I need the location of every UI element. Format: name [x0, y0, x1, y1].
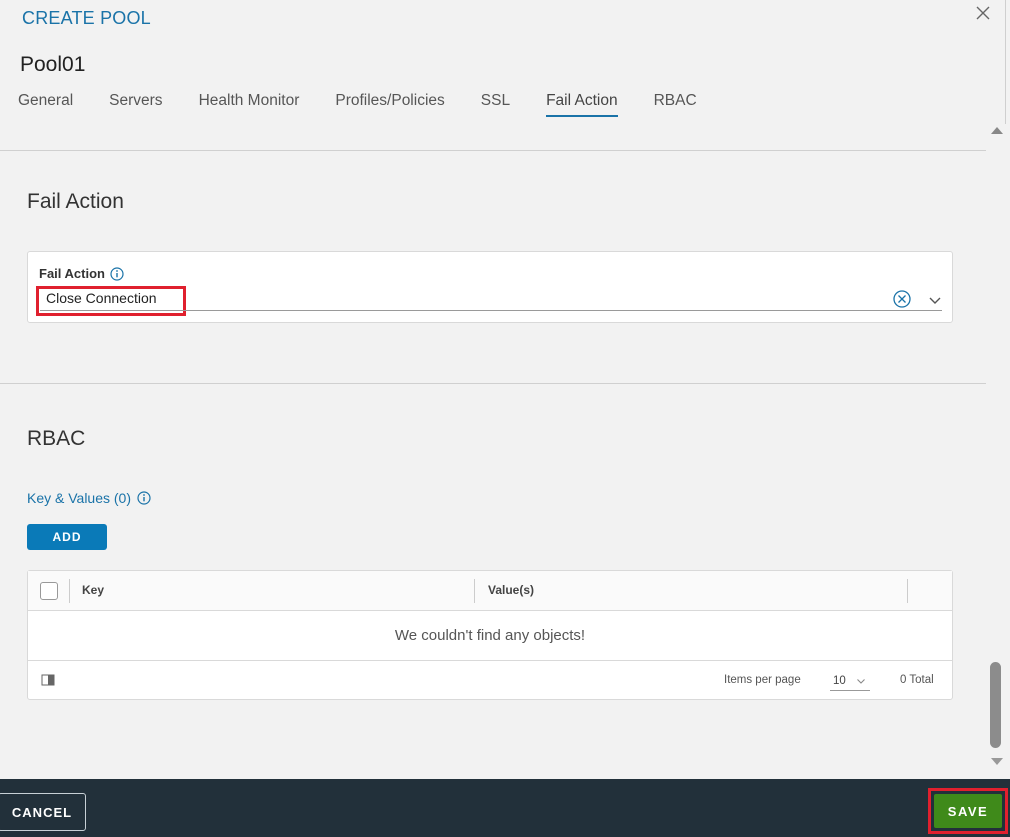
- fail-action-field-label: Fail Action: [39, 266, 124, 281]
- grid-header: Key Value(s): [28, 571, 952, 611]
- rbac-grid: Key Value(s) We couldn't find any object…: [27, 570, 953, 700]
- info-icon[interactable]: [137, 491, 151, 505]
- close-icon: [976, 6, 990, 20]
- pool-name: Pool01: [20, 53, 86, 76]
- modal-header: CREATE POOL Pool01 General Servers Healt…: [0, 0, 1010, 124]
- total-count: 0 Total: [900, 674, 934, 686]
- fail-action-label-text: Fail Action: [39, 266, 105, 281]
- tab-bar: General Servers Health Monitor Profiles/…: [18, 92, 733, 117]
- tab-health-monitor[interactable]: Health Monitor: [199, 92, 300, 117]
- items-per-page-value: 10: [833, 674, 846, 687]
- section-divider: [0, 150, 986, 151]
- add-button[interactable]: ADD: [27, 524, 107, 550]
- tab-ssl[interactable]: SSL: [481, 92, 510, 117]
- modal-footer: CANCEL SAVE: [0, 779, 1010, 837]
- cancel-button[interactable]: CANCEL: [0, 793, 86, 831]
- tab-servers[interactable]: Servers: [109, 92, 162, 117]
- column-separator[interactable]: [907, 579, 908, 603]
- tab-rbac[interactable]: RBAC: [654, 92, 697, 117]
- fail-action-underline: [40, 310, 942, 311]
- scroll-thumb[interactable]: [990, 662, 1001, 748]
- scroll-up-arrow[interactable]: [991, 127, 1003, 134]
- clear-circle-icon: [893, 290, 911, 308]
- save-button[interactable]: SAVE: [934, 794, 1002, 828]
- info-icon[interactable]: [110, 266, 124, 281]
- tab-profiles-policies[interactable]: Profiles/Policies: [335, 92, 444, 117]
- column-toggle-icon: [41, 674, 55, 686]
- chevron-down-icon: [929, 297, 941, 304]
- header-edge: [1005, 0, 1006, 124]
- column-toggle-button[interactable]: [41, 673, 55, 686]
- fail-action-section-title: Fail Action: [27, 190, 124, 213]
- column-header-key[interactable]: Key: [82, 583, 104, 597]
- tab-fail-action[interactable]: Fail Action: [546, 92, 618, 117]
- rbac-section-title: RBAC: [27, 427, 86, 450]
- modal-body: Fail Action Fail Action Close Connection: [0, 124, 986, 779]
- items-per-page-label: Items per page: [724, 674, 801, 686]
- column-separator[interactable]: [474, 579, 475, 603]
- clear-button[interactable]: [892, 289, 912, 309]
- column-separator: [69, 579, 70, 603]
- section-divider: [0, 383, 986, 384]
- fail-action-field-card: Fail Action Close Connection: [27, 251, 953, 323]
- modal-title: CREATE POOL: [22, 8, 151, 28]
- close-button[interactable]: [972, 2, 994, 24]
- grid-empty-message: We couldn't find any objects!: [28, 611, 952, 661]
- items-per-page-select[interactable]: 10: [830, 671, 870, 691]
- scrollbar[interactable]: [986, 124, 1006, 779]
- grid-footer: Items per page 10 0 Total: [28, 661, 952, 699]
- column-header-values[interactable]: Value(s): [488, 583, 534, 597]
- key-values-link[interactable]: Key & Values (0): [27, 490, 151, 506]
- tab-general[interactable]: General: [18, 92, 73, 117]
- fail-action-select[interactable]: Close Connection: [46, 290, 157, 306]
- select-all-checkbox[interactable]: [40, 582, 58, 600]
- key-values-label: Key & Values (0): [27, 490, 132, 506]
- dropdown-toggle[interactable]: [927, 292, 943, 308]
- scroll-down-arrow[interactable]: [991, 758, 1003, 765]
- chevron-down-icon: [856, 678, 865, 684]
